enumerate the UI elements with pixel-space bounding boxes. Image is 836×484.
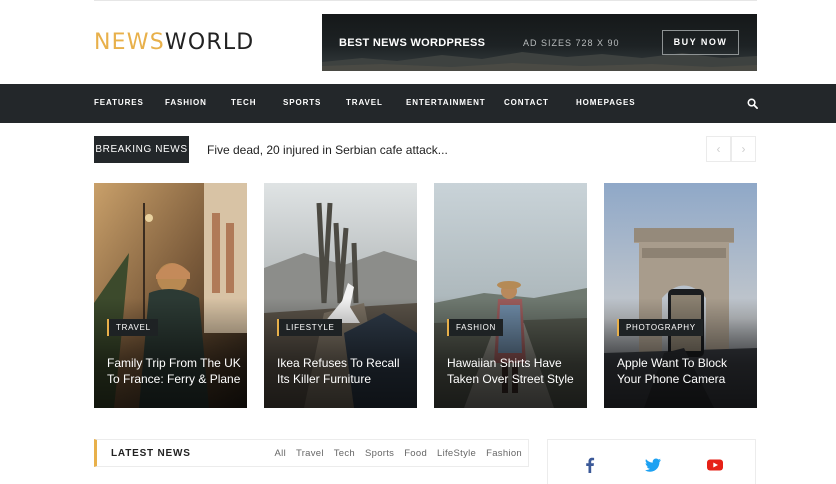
nav-item-travel[interactable]: TRAVEL (346, 98, 383, 107)
card-title[interactable]: Hawaiian Shirts Have Taken Over Street S… (447, 355, 581, 387)
category-badge-fashion[interactable]: FASHION (447, 319, 504, 336)
nav-item-fashion[interactable]: FASHION (165, 98, 207, 107)
card-title[interactable]: Ikea Refuses To Recall Its Killer Furnit… (277, 355, 411, 387)
category-badge-lifestyle[interactable]: LIFESTYLE (277, 319, 342, 336)
breaking-next-button[interactable]: › (731, 136, 756, 162)
card-title[interactable]: Family Trip From The UK To France: Ferry… (107, 355, 241, 387)
nav-item-features[interactable]: FEATURES (94, 98, 144, 107)
category-badge-travel[interactable]: TRAVEL (107, 319, 158, 336)
filter-travel[interactable]: Travel (296, 448, 324, 459)
featured-card-photography[interactable]: PHOTOGRAPHY Apple Want To Block Your Pho… (604, 183, 757, 408)
chevron-right-icon: › (741, 142, 746, 156)
youtube-icon[interactable] (706, 456, 724, 474)
filter-fashion[interactable]: Fashion (486, 448, 522, 459)
latest-news-title: LATEST NEWS (111, 448, 191, 459)
ad-title: BEST NEWS WORDPRESS (339, 37, 486, 49)
card-title[interactable]: Apple Want To Block Your Phone Camera (617, 355, 751, 387)
nav-item-tech[interactable]: TECH (231, 98, 256, 107)
nav-item-contact[interactable]: CONTACT (504, 98, 549, 107)
social-counter-widget (547, 439, 756, 484)
logo-part-news: NEWS (94, 30, 165, 55)
filter-lifestyle[interactable]: LifeStyle (437, 448, 476, 459)
latest-news-filters: All Travel Tech Sports Food LifeStyle Fa… (268, 448, 522, 459)
filter-tech[interactable]: Tech (334, 448, 355, 459)
breaking-prev-button[interactable]: ‹ (706, 136, 731, 162)
featured-card-travel[interactable]: TRAVEL Family Trip From The UK To France… (94, 183, 247, 408)
ad-buy-now-button[interactable]: BUY NOW (662, 30, 739, 55)
featured-card-lifestyle[interactable]: LIFESTYLE Ikea Refuses To Recall Its Kil… (264, 183, 417, 408)
site-logo[interactable]: NEWSWORLD (94, 30, 254, 55)
card-overlay (94, 298, 247, 408)
filter-sports[interactable]: Sports (365, 448, 394, 459)
nav-item-homepages[interactable]: HOMEPAGES (576, 98, 636, 107)
card-overlay (604, 298, 757, 408)
featured-card-fashion[interactable]: FASHION Hawaiian Shirts Have Taken Over … (434, 183, 587, 408)
nav-item-entertainment[interactable]: ENTERTAINMENT (406, 98, 486, 107)
breaking-news-headline[interactable]: Five dead, 20 injured in Serbian cafe at… (207, 143, 448, 157)
card-overlay (434, 298, 587, 408)
ad-banner[interactable]: BEST NEWS WORDPRESS AD SIZES 728 X 90 BU… (322, 14, 757, 71)
facebook-icon[interactable] (581, 456, 599, 474)
logo-part-world: WORLD (164, 30, 255, 55)
category-badge-photography[interactable]: PHOTOGRAPHY (617, 319, 703, 336)
breaking-news-label: BREAKING NEWS (94, 136, 189, 163)
header-top-divider (94, 0, 757, 1)
chevron-left-icon: ‹ (716, 142, 721, 156)
latest-news-header: LATEST NEWS All Travel Tech Sports Food … (94, 439, 529, 467)
filter-food[interactable]: Food (404, 448, 427, 459)
card-overlay (264, 298, 417, 408)
search-icon[interactable] (747, 98, 758, 109)
main-nav: FEATURES FASHION TECH SPORTS TRAVEL ENTE… (0, 84, 836, 123)
ad-sizes: AD SIZES 728 X 90 (523, 38, 620, 48)
twitter-icon[interactable] (644, 456, 662, 474)
nav-item-sports[interactable]: SPORTS (283, 98, 321, 107)
filter-all[interactable]: All (275, 448, 286, 459)
